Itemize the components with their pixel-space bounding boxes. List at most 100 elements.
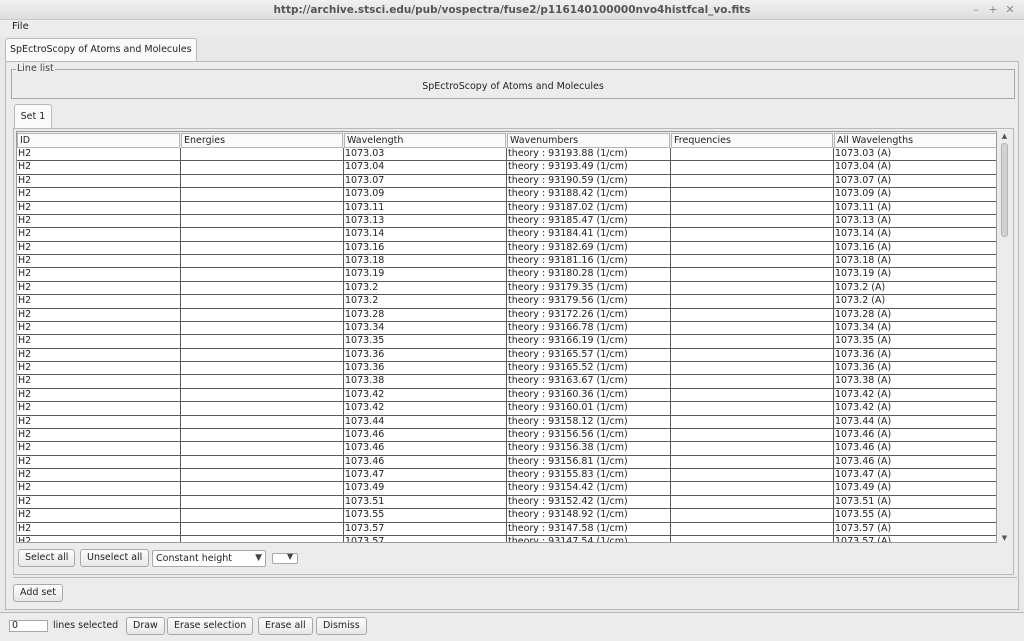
maximize-icon[interactable]: +	[986, 3, 1000, 16]
table-row[interactable]: H2 1073.2 theory : 93179.56 (1/cm) 1073.2 (…	[17, 295, 996, 309]
height-mode-value: Constant height	[156, 553, 233, 564]
table-cell: 1073.42 (A)	[834, 389, 996, 402]
table-cell: H2	[17, 509, 181, 523]
table-row[interactable]: H2 1073.44 theory : 93158.12 (1/cm) 1073.44…	[17, 415, 996, 429]
table-cell	[671, 495, 834, 509]
add-set-button[interactable]: Add set	[13, 584, 63, 602]
table-row[interactable]: H2 1073.11 theory : 93187.02 (1/cm) 1073.11…	[17, 201, 996, 215]
table-cell: 1073.28 (A)	[834, 309, 996, 322]
table-cell: 1073.47	[344, 469, 507, 482]
table-cell	[671, 188, 834, 202]
table-cell: H2	[17, 348, 181, 362]
table-row[interactable]: H2 1073.35 theory : 93166.19 (1/cm) 1073.35…	[17, 335, 996, 349]
table-cell	[181, 348, 344, 362]
column-header[interactable]: ID	[17, 133, 180, 148]
tab-set-1[interactable]: Set 1	[14, 104, 52, 129]
table-cell	[671, 388, 834, 402]
table-row[interactable]: H2 1073.38 theory : 93163.67 (1/cm) 1073.38…	[17, 375, 996, 389]
table-cell: 1073.42 (A)	[834, 402, 996, 415]
table-cell: theory : 93179.56 (1/cm)	[507, 295, 671, 309]
table-cell	[181, 228, 344, 242]
table-cell	[181, 295, 344, 309]
column-header[interactable]: All Wavelengths	[834, 133, 996, 148]
table-cell: 1073.09 (A)	[834, 188, 996, 201]
column-header[interactable]: Wavelength	[344, 133, 506, 148]
scroll-down-icon[interactable]: ▼	[1000, 533, 1009, 543]
table-cell: theory : 93147.54 (1/cm)	[507, 535, 671, 542]
table-row[interactable]: H2 1073.18 theory : 93181.16 (1/cm) 1073.18…	[17, 255, 996, 269]
table-row[interactable]: H2 1073.04 theory : 93193.49 (1/cm) 1073.04…	[17, 161, 996, 175]
table-row[interactable]: H2 1073.51 theory : 93152.42 (1/cm) 1073.51…	[17, 495, 996, 510]
table-row[interactable]: H2 1073.16 theory : 93182.69 (1/cm) 1073.16…	[17, 241, 996, 255]
table-row[interactable]: H2 1073.47 theory : 93155.83 (1/cm) 1073.47…	[17, 469, 996, 483]
table-cell	[671, 241, 834, 255]
table-cell: theory : 93148.92 (1/cm)	[507, 509, 671, 523]
table-row[interactable]: H2 1073.09 theory : 93188.42 (1/cm) 1073.09…	[17, 188, 996, 202]
table-cell	[671, 228, 834, 242]
table-cell	[181, 214, 344, 228]
table-cell: H2	[17, 161, 181, 175]
table-row[interactable]: H2 1073.07 theory : 93190.59 (1/cm) 1073.07…	[17, 174, 996, 189]
table-row[interactable]: H2 1073.03 theory : 93193.88 (1/cm) 1073.03…	[17, 148, 996, 162]
close-icon[interactable]: ✕	[1003, 3, 1017, 16]
table-row[interactable]: H2 1073.46 theory : 93156.56 (1/cm) 1073.46…	[17, 428, 996, 443]
column-header[interactable]: Frequencies	[671, 133, 833, 148]
table-row[interactable]: H2 1073.49 theory : 93154.42 (1/cm) 1073.49…	[17, 482, 996, 496]
selected-count-field[interactable]: 0	[9, 620, 48, 632]
table-cell: H2	[17, 268, 181, 282]
table-cell: theory : 93158.12 (1/cm)	[507, 415, 671, 429]
tab-spectroscopy[interactable]: SpEctroScopy of Atoms and Molecules	[5, 38, 197, 63]
table-row[interactable]: H2 1073.42 theory : 93160.36 (1/cm) 1073.42…	[17, 388, 996, 403]
table-cell: H2	[17, 308, 181, 322]
table-cell	[671, 482, 834, 496]
height-mode-select[interactable]: Constant height ▼	[152, 550, 266, 567]
table-cell: 1073.2	[344, 281, 507, 295]
table-cell	[181, 161, 344, 175]
select-all-button[interactable]: Select all	[18, 549, 76, 567]
table-row[interactable]: H2 1073.55 theory : 93148.92 (1/cm) 1073.55…	[17, 509, 996, 523]
erase-all-button[interactable]: Erase all	[258, 617, 313, 635]
draw-button[interactable]: Draw	[126, 617, 165, 635]
dismiss-button[interactable]: Dismiss	[316, 617, 367, 635]
scrollbar-thumb[interactable]	[1001, 143, 1008, 237]
scroll-up-icon[interactable]: ▲	[1000, 131, 1009, 141]
table-cell: H2	[17, 482, 181, 496]
table-row[interactable]: H2 1073.57 theory : 93147.54 (1/cm) 1073.57…	[17, 535, 996, 542]
table-row[interactable]: H2 1073.19 theory : 93180.28 (1/cm) 1073.19…	[17, 268, 996, 282]
table-cell: 1073.07	[344, 174, 507, 188]
column-header[interactable]: Wavenumbers	[507, 133, 670, 148]
table-cell: 1073.46	[344, 442, 507, 456]
table-cell: 1073.57	[344, 535, 507, 542]
table-cell: theory : 93163.67 (1/cm)	[507, 375, 671, 389]
erase-selection-button[interactable]: Erase selection	[167, 617, 254, 635]
table-cell: theory : 93184.41 (1/cm)	[507, 228, 671, 242]
table-cell	[671, 255, 834, 268]
table-cell: theory : 93193.88 (1/cm)	[507, 148, 671, 161]
table-cell	[671, 335, 834, 349]
table-cell	[671, 268, 834, 282]
table-row[interactable]: H2 1073.42 theory : 93160.01 (1/cm) 1073.42…	[17, 402, 996, 416]
menu-file[interactable]: File	[12, 21, 29, 32]
table-row[interactable]: H2 1073.28 theory : 93172.26 (1/cm) 1073.28…	[17, 308, 996, 322]
table-row[interactable]: H2 1073.57 theory : 93147.58 (1/cm) 1073.57…	[17, 522, 996, 536]
minimize-icon[interactable]: –	[969, 3, 983, 16]
column-header[interactable]: Energies	[181, 133, 343, 148]
table-cell: theory : 93166.78 (1/cm)	[507, 321, 671, 335]
table-scrollbar[interactable]: ▲ ▼	[1000, 131, 1009, 543]
table-row[interactable]: H2 1073.34 theory : 93166.78 (1/cm) 1073.34…	[17, 321, 996, 336]
table-row[interactable]: H2 1073.13 theory : 93185.47 (1/cm) 1073.13…	[17, 214, 996, 229]
table-cell: H2	[17, 455, 181, 469]
table-row[interactable]: H2 1073.46 theory : 93156.38 (1/cm) 1073.46…	[17, 442, 996, 456]
unselect-all-button[interactable]: Unselect all	[80, 549, 150, 567]
table-row[interactable]: H2 1073.36 theory : 93165.57 (1/cm) 1073.36…	[17, 348, 996, 362]
table-row[interactable]: H2 1073.36 theory : 93165.52 (1/cm) 1073.36…	[17, 362, 996, 376]
table-row[interactable]: H2 1073.14 theory : 93184.41 (1/cm) 1073.14…	[17, 228, 996, 242]
table-cell	[181, 455, 344, 469]
table-cell: H2	[17, 495, 181, 509]
table-cell: 1073.47 (A)	[834, 469, 996, 482]
table-row[interactable]: H2 1073.2 theory : 93179.35 (1/cm) 1073.2 (…	[17, 281, 996, 296]
table-cell: H2	[17, 295, 181, 309]
color-select[interactable]: ▼	[272, 552, 298, 564]
table-cell	[181, 335, 344, 349]
table-row[interactable]: H2 1073.46 theory : 93156.81 (1/cm) 1073.46…	[17, 455, 996, 469]
